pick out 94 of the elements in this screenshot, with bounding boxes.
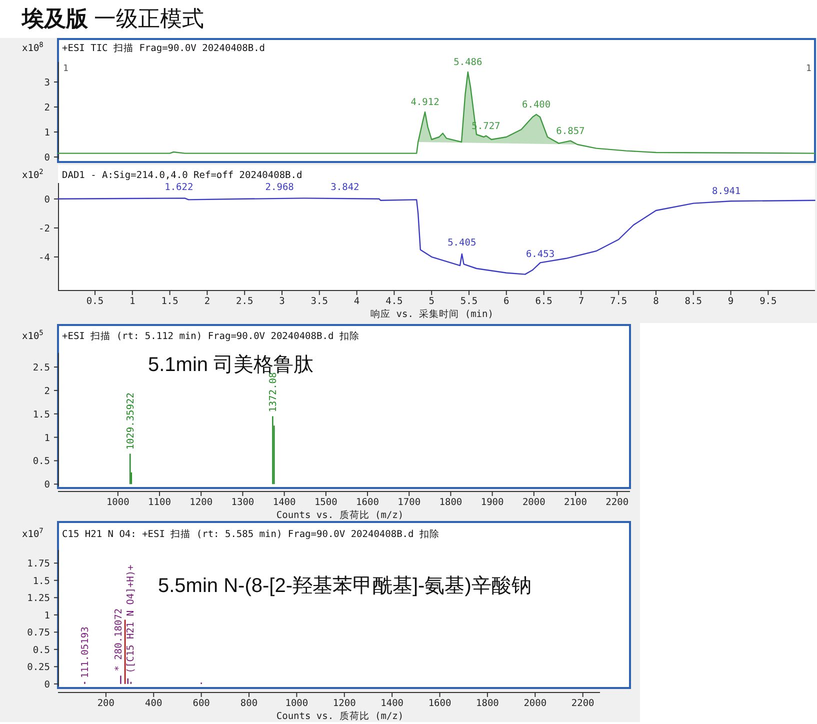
axis-tick-label: 1500 <box>314 497 338 508</box>
axis-title: 响应 vs. 采集时间 (min) <box>370 309 494 320</box>
axis-tick-label: 800 <box>240 698 258 709</box>
axis-tick-label: 0 <box>44 480 50 491</box>
peak-label: 6.400 <box>522 100 551 110</box>
axis-tick-label: 1 <box>44 128 50 138</box>
axis-title: Counts vs. 质荷比 (m/z) <box>276 510 404 520</box>
axis-tick-label: 7 <box>578 296 584 307</box>
axis-tick-label: 2 <box>204 296 210 307</box>
axis-scale-label: x10$^{8}$ <box>22 41 44 54</box>
axis-tick-label: 600 <box>192 698 210 709</box>
axis-tick-label: 0.5 <box>32 644 50 656</box>
axis-scale-label: x10$^{2}$ <box>22 168 44 181</box>
axis-tick-label: 1400 <box>272 497 296 508</box>
peak-label: 111.05193 <box>80 626 92 678</box>
peak-label: 3.842 <box>330 182 360 193</box>
axis-tick-label: 1400 <box>380 698 404 709</box>
axis-tick-label: 0.5 <box>32 456 50 468</box>
axis-tick-label: 1.25 <box>27 593 50 604</box>
axis-tick-label: 1.5 <box>32 409 50 420</box>
axis-tick-label: 0 <box>44 679 50 690</box>
axis-tick-label: 5 <box>428 296 434 307</box>
peak-label: 2.968 <box>265 182 294 193</box>
axis-tick-label: 0.5 <box>86 296 104 307</box>
peak-label: * 280.18072 <box>113 608 124 672</box>
axis-tick-label: 2 <box>44 102 50 114</box>
axis-tick-label: 2200 <box>606 497 629 508</box>
axis-tick-label: 1 <box>44 432 50 444</box>
axis-tick-label: 9.5 <box>760 296 777 307</box>
peak-label: 6.453 <box>526 249 555 260</box>
axis-tick-label: 400 <box>145 698 162 709</box>
peak-label: 4.912 <box>410 97 440 108</box>
peak-label: 1029.35922 <box>126 392 137 450</box>
axis-tick-label: 1800 <box>476 698 499 709</box>
axis-tick-label: 1600 <box>428 698 452 709</box>
axis-title: Counts vs. 质荷比 (m/z) <box>276 711 404 722</box>
peak-label: 6.857 <box>556 126 585 137</box>
axis-tick-label: 2 <box>44 386 50 397</box>
chart-header: DAD1 - A:Sig=214.0,4.0 Ref=off 20240408B.d <box>62 170 302 181</box>
peak-label: 1372.08 <box>268 372 280 412</box>
axis-tick-label: 2.5 <box>236 296 254 307</box>
axis-tick-label: 1000 <box>285 698 308 709</box>
axis-tick-label: 7.5 <box>610 296 628 307</box>
axis-tick-label: 1300 <box>231 497 254 508</box>
axis-tick-label: -2 <box>38 223 50 234</box>
axis-scale-label: x10$^{5}$ <box>22 329 44 342</box>
axis-tick-label: 2000 <box>522 497 546 508</box>
axis-tick-label: 0.25 <box>27 662 50 674</box>
axis-tick-label: 4.5 <box>386 296 403 307</box>
axis-tick-label: 1200 <box>190 497 213 508</box>
spectrum-caption: 5.5min N-(8-[2-羟基苯甲酰基]-氨基)辛酸钠 <box>158 575 532 597</box>
axis-tick-label: 1 <box>44 610 50 622</box>
axis-tick-label: 1.5 <box>161 296 178 307</box>
axis-tick-label: 3 <box>279 296 285 307</box>
axis-tick-label: 1.75 <box>27 558 50 570</box>
cursor-label: 1 <box>63 64 68 74</box>
axis-tick-label: 1600 <box>356 497 379 508</box>
axis-tick-label: 6.5 <box>535 296 552 307</box>
cursor-label: 1 <box>806 64 812 74</box>
chart-header: C15 H21 N O4: +ESI 扫描 (rt: 5.585 min) Frag=90.0V 20240408B.d 扣除 <box>62 529 440 540</box>
axis-tick-label: 0 <box>44 152 50 164</box>
axis-tick-label: 1.5 <box>32 576 50 587</box>
peak-label: 5.486 <box>454 57 482 68</box>
axis-tick-label: 8.5 <box>684 296 702 307</box>
axis-tick-label: 2.5 <box>32 362 50 374</box>
axis-tick-label: 0 <box>44 194 50 206</box>
chart-header: +ESI 扫描 (rt: 5.112 min) Frag=90.0V 20240408B.d 扣除 <box>62 331 360 342</box>
axis-tick-label: 3.5 <box>310 296 328 307</box>
axis-tick-label: 4 <box>354 296 360 307</box>
axis-tick-label: 2100 <box>564 497 587 508</box>
axis-tick-label: 2200 <box>571 698 594 709</box>
axis-tick-label: 5.5 <box>460 296 478 307</box>
axis-tick-label: -4 <box>38 252 50 264</box>
axis-tick-label: 0.75 <box>27 628 50 639</box>
peak-label: 5.405 <box>448 238 476 249</box>
axis-tick-label: 9 <box>728 296 734 307</box>
axis-tick-label: 1700 <box>398 497 421 508</box>
axis-tick-label: 3 <box>44 78 50 88</box>
axis-tick-label: 8 <box>653 296 659 307</box>
chart-header: +ESI TIC 扫描 Frag=90.0V 20240408B.d <box>62 43 266 54</box>
axis-tick-label: 1800 <box>439 497 462 508</box>
axis-tick-label: 1200 <box>332 698 356 709</box>
axis-scale-label: x10$^{7}$ <box>22 527 44 540</box>
peak-label: 8.941 <box>712 186 741 198</box>
axis-tick-label: 1900 <box>480 497 504 508</box>
peak-label: 1.622 <box>164 182 194 193</box>
page-title: 埃及版 一级正模式 <box>20 5 206 33</box>
axis-tick-label: 1100 <box>148 497 171 508</box>
axis-tick-label: 6 <box>504 296 510 307</box>
axis-tick-label: 200 <box>97 698 115 709</box>
axis-tick-label: 2000 <box>524 698 547 709</box>
axis-tick-label: 1000 <box>106 497 130 508</box>
peak-label: ([C15 H21 N O4]+H)+ <box>125 564 136 674</box>
axis-tick-label: 1 <box>130 296 136 307</box>
